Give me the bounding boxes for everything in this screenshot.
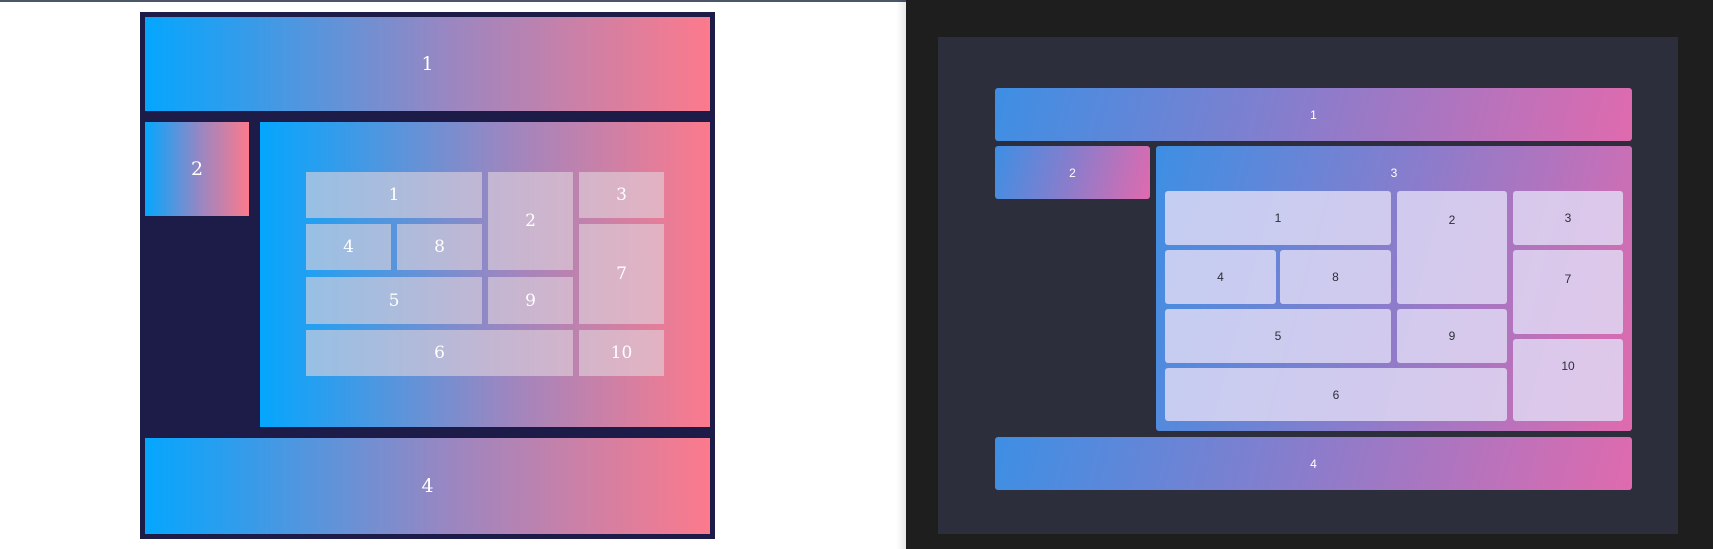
cell-label: 6 [1332,387,1340,402]
right-inner-cell-10: 10 [1513,339,1623,421]
left-inner-cell-6: 6 [306,330,573,376]
left-inner-cell-3: 3 [579,172,664,218]
left-sidebar-label: 2 [190,158,204,180]
left-inner-cell-9: 9 [488,277,573,324]
right-inner-cell-5: 5 [1165,309,1391,363]
cell-label: 1 [1274,211,1282,225]
right-inner-cell-6: 6 [1165,368,1507,421]
right-main-label: 3 [1390,166,1398,180]
right-inner-cell-8: 8 [1280,250,1391,304]
cell-label: 6 [434,343,445,363]
right-inner-cell-9: 9 [1397,309,1507,363]
right-sidebar-label: 2 [1069,165,1076,180]
cell-label: 5 [388,290,400,311]
left-header-label: 1 [421,53,434,75]
left-sidebar-block: 2 [145,122,249,216]
right-inner-cell-3: 3 [1513,191,1623,245]
cell-label: 3 [1564,211,1572,225]
right-header-block: 1 [995,88,1632,141]
cell-label: 3 [616,185,627,205]
cell-label: 8 [434,237,445,257]
cell-label: 7 [1564,272,1572,286]
cell-label: 4 [343,237,354,257]
cell-label: 10 [610,343,633,363]
left-inner-cell-5: 5 [306,277,482,324]
cell-label: 8 [1332,270,1339,284]
left-footer-block: 4 [145,438,710,534]
right-header-label: 1 [1310,107,1317,122]
left-inner-cell-1: 1 [306,172,482,218]
cell-label: 1 [388,185,400,205]
left-inner-cell-10: 10 [579,330,664,376]
right-footer-block: 4 [995,437,1632,490]
cell-label: 10 [1561,359,1575,373]
left-inner-cell-7: 7 [579,224,664,324]
cell-label: 9 [525,290,536,311]
cell-label: 5 [1274,329,1282,343]
left-inner-cell-4: 4 [306,224,391,270]
top-border-line [0,0,906,2]
right-sidebar-block: 2 [995,146,1150,199]
left-inner-cell-2: 2 [488,172,573,270]
right-inner-cell-4: 4 [1165,250,1276,304]
right-inner-cell-1: 1 [1165,191,1391,245]
right-inner-cell-2: 2 [1397,191,1507,304]
left-header-block: 1 [145,17,710,111]
cell-label: 2 [1448,213,1456,227]
left-inner-cell-8: 8 [397,224,482,270]
left-footer-label: 4 [421,475,434,497]
right-footer-label: 4 [1310,456,1317,471]
cell-label: 2 [525,211,536,231]
cell-label: 4 [1217,270,1224,284]
cell-label: 7 [616,264,627,284]
cell-label: 9 [1448,329,1456,343]
right-inner-cell-7: 7 [1513,250,1623,334]
